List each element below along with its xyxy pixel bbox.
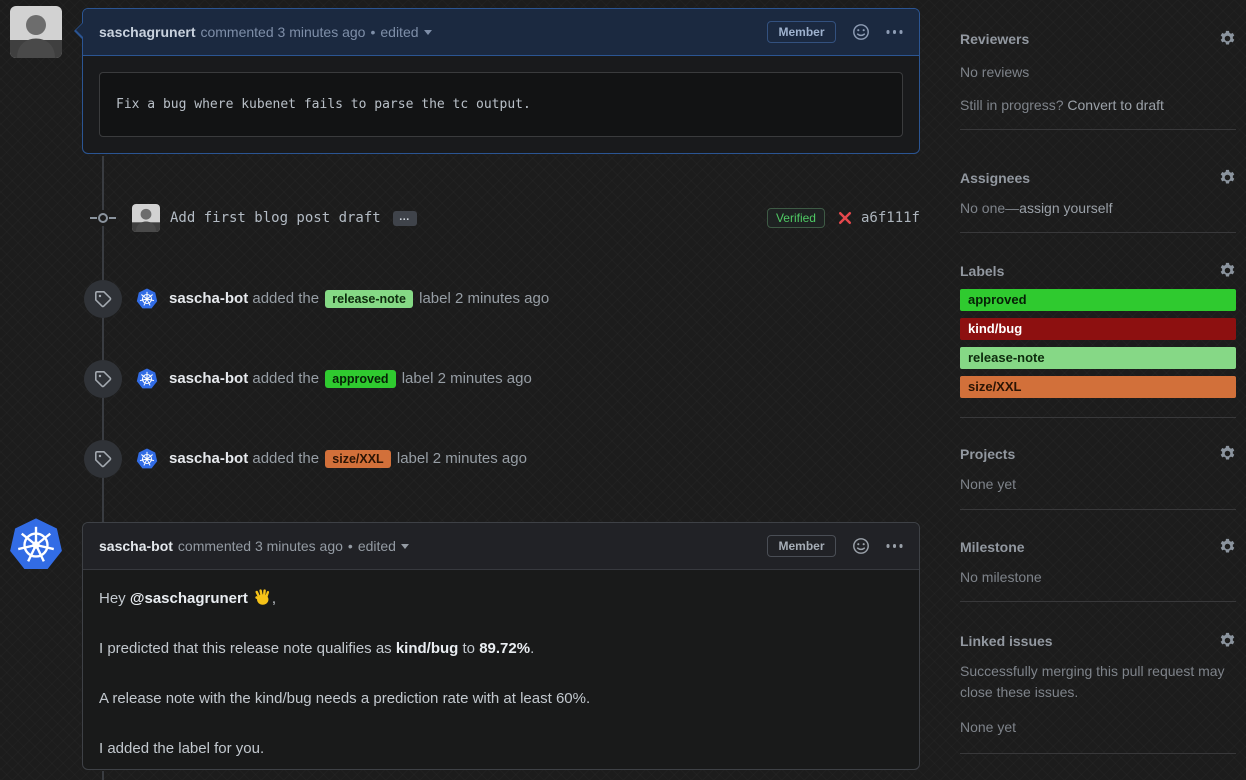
label-chip[interactable]: approved <box>325 370 395 388</box>
tag-icon-badge <box>84 360 122 398</box>
comment-author[interactable]: saschagrunert <box>99 24 195 40</box>
pr-sidebar: Reviewers No reviews Still in progress? … <box>960 0 1236 754</box>
label-event-text: sascha-bot added the release-note label … <box>169 290 549 308</box>
linked-issues-description: Successfully merging this pull request m… <box>960 661 1236 703</box>
bot-comment: sascha-bot commented 3 minutes ago • edi… <box>82 522 920 770</box>
linked-issues-title: Linked issues <box>960 633 1053 649</box>
edited-dropdown[interactable]: edited <box>380 24 431 40</box>
label-event-row: sascha-bot added the approved label 2 mi… <box>82 360 920 398</box>
gear-icon[interactable] <box>1219 445 1236 462</box>
commit-message-link[interactable]: Add first blog post draft <box>170 210 381 226</box>
projects-empty-text: None yet <box>960 474 1236 494</box>
sidebar-label[interactable]: size/XXL <box>960 376 1236 398</box>
sidebar-section-labels: Labels approved kind/bug release-note si… <box>960 233 1236 418</box>
milestone-title: Milestone <box>960 539 1025 555</box>
sidebar-label-list: approved kind/bug release-note size/XXL <box>960 289 1236 398</box>
chevron-down-icon <box>424 30 432 35</box>
labels-title: Labels <box>960 263 1004 279</box>
comment-timestamp: commented 3 minutes ago <box>178 538 343 554</box>
sascha-bot-avatar[interactable] <box>136 448 158 470</box>
member-badge: Member <box>767 535 835 557</box>
sidebar-label[interactable]: release-note <box>960 347 1236 369</box>
git-commit-icon <box>90 210 116 226</box>
member-badge: Member <box>767 21 835 43</box>
sidebar-section-assignees: Assignees No one—assign yourself <box>960 130 1236 233</box>
comment-timestamp: commented 3 minutes ago <box>200 24 365 40</box>
prediction-paragraph: I predicted that this release note quali… <box>99 639 903 659</box>
label-event-text: sascha-bot added the size/XXL label 2 mi… <box>169 450 527 468</box>
comment-caret <box>82 536 84 552</box>
tag-icon-badge <box>84 280 122 318</box>
tag-icon <box>94 370 112 388</box>
sascha-bot-avatar[interactable] <box>136 368 158 390</box>
rule-paragraph: A release note with the kind/bug needs a… <box>99 689 903 709</box>
tag-icon-badge <box>84 440 122 478</box>
label-chip[interactable]: release-note <box>325 290 413 308</box>
assignees-title: Assignees <box>960 170 1030 186</box>
label-chip[interactable]: size/XXL <box>325 450 390 468</box>
event-actor-link[interactable]: sascha-bot <box>169 370 248 387</box>
reviewers-title: Reviewers <box>960 31 1029 47</box>
sidebar-section-milestone: Milestone No milestone <box>960 510 1236 602</box>
status-failed-x-icon[interactable] <box>837 210 853 226</box>
edited-dropdown[interactable]: edited <box>358 538 409 554</box>
timeline-commit: Add first blog post draft … Verified a6f… <box>82 202 920 234</box>
saschagrunert-avatar[interactable] <box>10 6 62 58</box>
sascha-bot-avatar[interactable] <box>8 517 64 573</box>
release-note-code-block: Fix a bug where kubenet fails to parse t… <box>99 72 903 137</box>
sascha-bot-avatar[interactable] <box>136 288 158 310</box>
sidebar-label[interactable]: approved <box>960 289 1236 311</box>
kebab-menu-button[interactable] <box>886 544 904 548</box>
gear-icon[interactable] <box>1219 262 1236 279</box>
assign-yourself-link[interactable]: assign yourself <box>1019 200 1112 216</box>
commit-expander-button[interactable]: … <box>393 211 417 226</box>
label-added-paragraph: I added the label for you. <box>99 739 903 759</box>
sidebar-label[interactable]: kind/bug <box>960 318 1236 340</box>
sidebar-section-projects: Projects None yet <box>960 418 1236 510</box>
sidebar-section-linked-issues: Linked issues Successfully merging this … <box>960 602 1236 754</box>
tag-icon <box>94 450 112 468</box>
linked-issues-empty-text: None yet <box>960 717 1236 737</box>
tag-icon <box>94 290 112 308</box>
projects-title: Projects <box>960 446 1015 462</box>
waving-hand-icon <box>253 588 272 607</box>
gear-icon[interactable] <box>1219 169 1236 186</box>
convert-to-draft-link[interactable]: Convert to draft <box>1067 97 1164 113</box>
mention-link[interactable]: @saschagrunert <box>130 590 248 607</box>
commit-author-avatar[interactable] <box>132 204 160 232</box>
emoji-reaction-button[interactable] <box>852 23 870 41</box>
label-event-row: sascha-bot added the release-note label … <box>82 280 920 318</box>
comment-author[interactable]: sascha-bot <box>99 538 173 554</box>
comment-caret <box>76 22 84 38</box>
gear-icon[interactable] <box>1219 632 1236 649</box>
commit-sha-link[interactable]: a6f111f <box>861 210 920 226</box>
emoji-reaction-button[interactable] <box>852 537 870 555</box>
comment-body: Hey @saschagrunert, I predicted that thi… <box>83 570 919 770</box>
gear-icon[interactable] <box>1219 538 1236 555</box>
event-actor-link[interactable]: sascha-bot <box>169 290 248 307</box>
label-event-text: sascha-bot added the approved label 2 mi… <box>169 370 532 388</box>
chevron-down-icon <box>401 544 409 549</box>
pr-description-comment: saschagrunert commented 3 minutes ago • … <box>82 8 920 154</box>
verified-badge[interactable]: Verified <box>767 208 825 228</box>
sidebar-section-reviewers: Reviewers No reviews Still in progress? … <box>960 0 1236 130</box>
comment-header: saschagrunert commented 3 minutes ago • … <box>83 9 919 56</box>
milestone-empty-text: No milestone <box>960 567 1236 587</box>
event-actor-link[interactable]: sascha-bot <box>169 450 248 467</box>
comment-body: Fix a bug where kubenet fails to parse t… <box>83 56 919 153</box>
gear-icon[interactable] <box>1219 30 1236 47</box>
comment-header: sascha-bot commented 3 minutes ago • edi… <box>83 523 919 570</box>
label-event-row: sascha-bot added the size/XXL label 2 mi… <box>82 440 920 478</box>
kebab-icon <box>893 544 897 548</box>
kebab-menu-button[interactable] <box>886 30 904 34</box>
kebab-icon <box>893 30 897 34</box>
no-reviews-text: No reviews <box>960 62 1236 82</box>
timeline-line <box>102 771 104 780</box>
greeting-paragraph: Hey @saschagrunert, <box>99 588 903 609</box>
